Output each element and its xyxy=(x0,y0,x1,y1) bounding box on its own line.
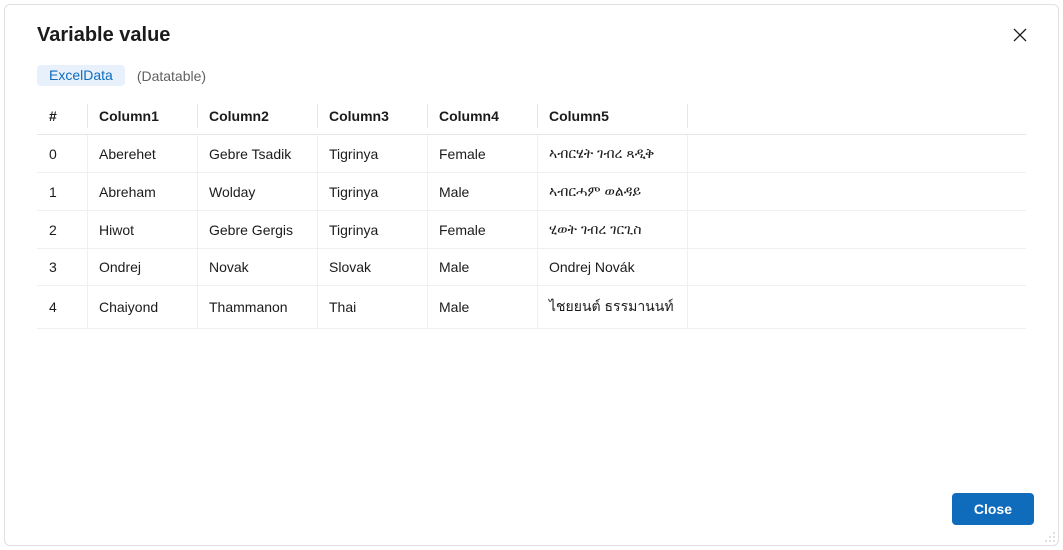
table-row[interactable]: 0AberehetGebre TsadikTigrinyaFemaleኣብርሄት… xyxy=(37,135,1026,173)
cell-spacer xyxy=(687,286,1026,329)
table-row[interactable]: 1AbrehamWoldayTigrinyaMaleኣብርሓም ወልዳይ xyxy=(37,173,1026,211)
cell-spacer xyxy=(687,135,1026,173)
resize-grip-icon[interactable] xyxy=(1042,529,1056,543)
cell-c2: Gebre Tsadik xyxy=(197,135,317,173)
table-container: # Column1 Column2 Column3 Column4 Column… xyxy=(5,98,1058,477)
cell-c5: Ondrej Novák xyxy=(537,249,687,286)
header-column1[interactable]: Column1 xyxy=(87,98,197,135)
header-column4[interactable]: Column4 xyxy=(427,98,537,135)
cell-c3: Tigrinya xyxy=(317,211,427,249)
cell-c1: Chaiyond xyxy=(87,286,197,329)
cell-c4: Male xyxy=(427,286,537,329)
cell-c4: Female xyxy=(427,211,537,249)
cell-c1: Aberehet xyxy=(87,135,197,173)
cell-spacer xyxy=(687,249,1026,286)
cell-c2: Thammanon xyxy=(197,286,317,329)
dialog-header: Variable value xyxy=(5,5,1058,57)
cell-c2: Gebre Gergis xyxy=(197,211,317,249)
cell-index: 3 xyxy=(37,249,87,286)
cell-spacer xyxy=(687,211,1026,249)
header-column5[interactable]: Column5 xyxy=(537,98,687,135)
cell-c2: Wolday xyxy=(197,173,317,211)
header-spacer xyxy=(687,98,1026,135)
cell-spacer xyxy=(687,173,1026,211)
variable-info-row: ExcelData (Datatable) xyxy=(5,57,1058,98)
data-table: # Column1 Column2 Column3 Column4 Column… xyxy=(37,98,1026,329)
cell-index: 4 xyxy=(37,286,87,329)
dialog-footer: Close xyxy=(5,477,1058,545)
cell-index: 1 xyxy=(37,173,87,211)
cell-c5: ኣብርሓም ወልዳይ xyxy=(537,173,687,211)
cell-c3: Tigrinya xyxy=(317,173,427,211)
table-row[interactable]: 2HiwotGebre GergisTigrinyaFemaleሂወት ገብረ … xyxy=(37,211,1026,249)
close-button[interactable]: Close xyxy=(952,493,1034,525)
table-header-row: # Column1 Column2 Column3 Column4 Column… xyxy=(37,98,1026,135)
table-row[interactable]: 4ChaiyondThammanonThaiMaleไชยยนต์ ธรรมาน… xyxy=(37,286,1026,329)
variable-value-dialog: Variable value ExcelData (Datatable) xyxy=(4,4,1059,546)
close-icon[interactable] xyxy=(1006,21,1034,49)
cell-c1: Ondrej xyxy=(87,249,197,286)
header-column3[interactable]: Column3 xyxy=(317,98,427,135)
cell-index: 2 xyxy=(37,211,87,249)
cell-c3: Tigrinya xyxy=(317,135,427,173)
cell-c5: ኣብርሄት ገብረ ጻዲቅ xyxy=(537,135,687,173)
header-column2[interactable]: Column2 xyxy=(197,98,317,135)
variable-type-label: (Datatable) xyxy=(137,68,206,84)
header-index[interactable]: # xyxy=(37,98,87,135)
cell-c1: Hiwot xyxy=(87,211,197,249)
cell-c5: ไชยยนต์ ธรรมานนท์ xyxy=(537,286,687,329)
cell-c3: Slovak xyxy=(317,249,427,286)
cell-c2: Novak xyxy=(197,249,317,286)
cell-c1: Abreham xyxy=(87,173,197,211)
cell-c4: Male xyxy=(427,173,537,211)
cell-index: 0 xyxy=(37,135,87,173)
dialog-title: Variable value xyxy=(37,24,170,47)
table-row[interactable]: 3OndrejNovakSlovakMaleOndrej Novák xyxy=(37,249,1026,286)
cell-c4: Female xyxy=(427,135,537,173)
cell-c5: ሂወት ገብረ ገርጊስ xyxy=(537,211,687,249)
cell-c4: Male xyxy=(427,249,537,286)
variable-name-pill[interactable]: ExcelData xyxy=(37,65,125,86)
cell-c3: Thai xyxy=(317,286,427,329)
